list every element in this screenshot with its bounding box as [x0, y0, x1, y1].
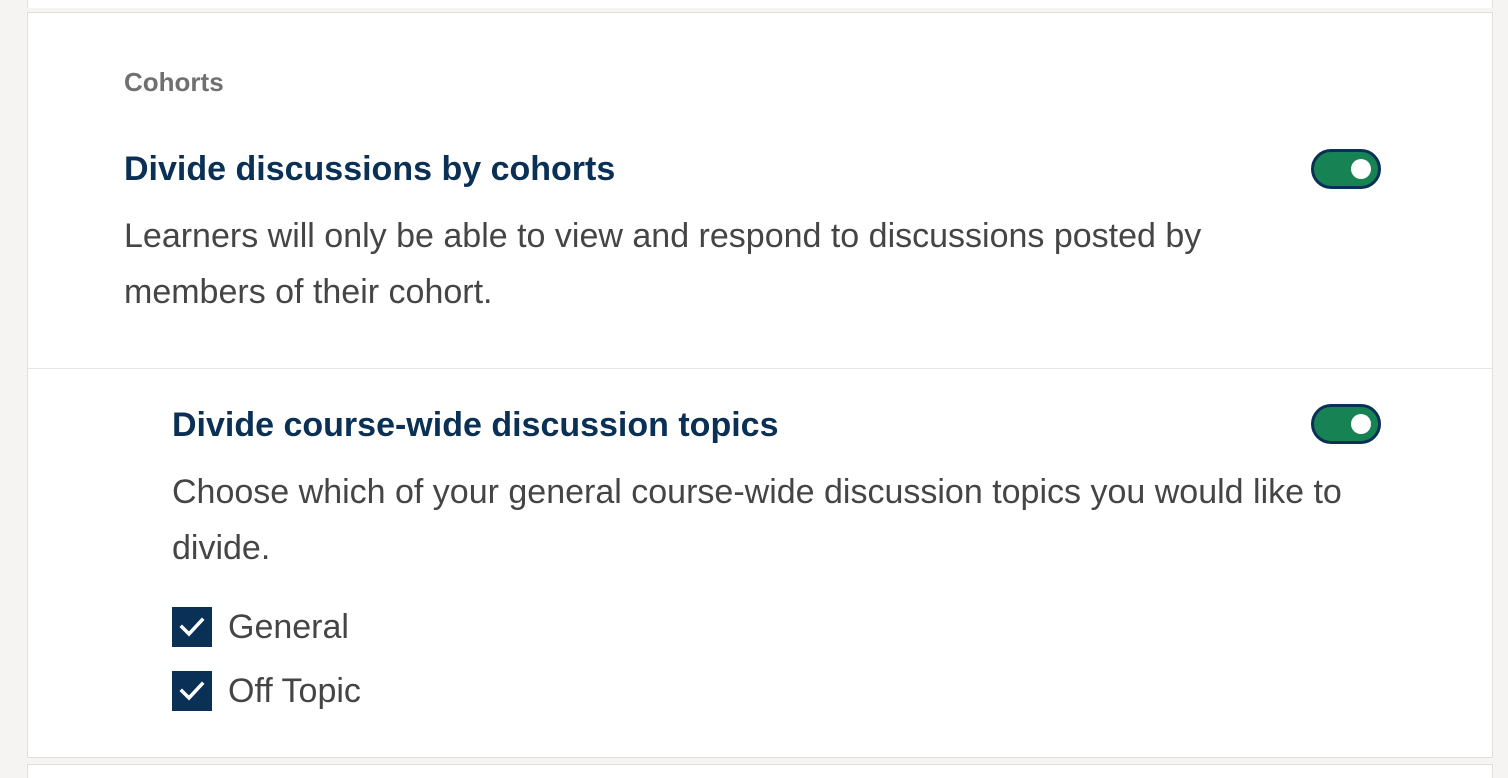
divide-by-cohorts-toggle[interactable]	[1311, 149, 1381, 189]
divide-course-wide-topics-description: Choose which of your general course-wide…	[172, 473, 1342, 567]
page: Cohorts Divide discussions by cohorts Le…	[0, 0, 1508, 778]
divide-course-wide-topics-toggle[interactable]	[1311, 404, 1381, 444]
divide-by-cohorts-description: Learners will only be able to view and r…	[124, 217, 1202, 311]
section-label: Cohorts	[124, 67, 224, 97]
divider	[28, 368, 1492, 369]
topic-general-checkbox[interactable]	[172, 607, 212, 647]
toggle-knob	[1351, 159, 1371, 179]
topic-off-topic-checkbox-row[interactable]: Off Topic	[172, 671, 361, 711]
cohorts-settings-card: Cohorts Divide discussions by cohorts Le…	[27, 12, 1493, 758]
check-icon	[179, 617, 205, 637]
previous-card-edge	[27, 0, 1493, 8]
topic-general-label: General	[228, 608, 349, 646]
topic-general-checkbox-row[interactable]: General	[172, 607, 349, 647]
divide-by-cohorts-title: Divide discussions by cohorts	[124, 150, 616, 188]
topic-off-topic-checkbox[interactable]	[172, 671, 212, 711]
next-card-edge	[27, 764, 1493, 778]
check-icon	[179, 681, 205, 701]
topic-off-topic-label: Off Topic	[228, 672, 361, 710]
divide-course-wide-topics-title: Divide course-wide discussion topics	[172, 406, 779, 444]
toggle-knob	[1351, 414, 1371, 434]
